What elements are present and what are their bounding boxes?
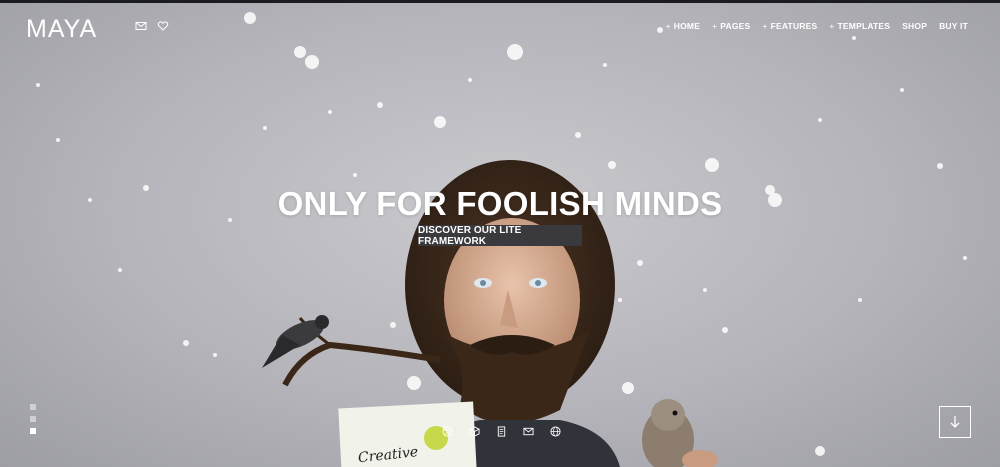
slide-dot[interactable] — [30, 404, 36, 410]
nav-item-label: BUY IT — [939, 21, 968, 31]
squirrel-head — [651, 399, 685, 431]
nav-item-pages[interactable]: + PAGES — [712, 21, 750, 31]
nav-item-label: TEMPLATES — [837, 21, 891, 31]
main-nav: + HOME + PAGES + FEATURES + TEMPLATES SHOP B… — [654, 21, 968, 31]
globe-icon[interactable] — [550, 426, 561, 437]
squirrel-eye — [672, 410, 678, 416]
top-bar — [0, 0, 1000, 3]
bird-head — [315, 315, 329, 329]
mail-icon[interactable] — [135, 20, 147, 32]
slide-dot-active[interactable] — [30, 428, 36, 434]
dribbble-icon[interactable] — [442, 426, 453, 437]
nav-plus: + — [762, 21, 768, 31]
nav-item-label: FEATURES — [770, 21, 818, 31]
right-pupil — [535, 280, 541, 286]
nav-item-label: HOME — [673, 21, 701, 31]
slide-dot[interactable] — [30, 416, 36, 422]
nav-item-templates[interactable]: + TEMPLATES — [829, 21, 890, 31]
heart-icon[interactable] — [157, 20, 169, 32]
discover-framework-button[interactable]: DISCOVER OUR LITE FRAMEWORK — [418, 225, 582, 247]
mail-icon[interactable] — [523, 426, 534, 437]
left-pupil — [480, 280, 486, 286]
nav-item-label: PAGES — [720, 21, 751, 31]
nav-item-home[interactable]: + HOME — [666, 21, 700, 31]
document-icon[interactable] — [496, 426, 507, 437]
nav-item-shop[interactable]: SHOP — [902, 21, 927, 31]
logo[interactable]: MAYA — [26, 15, 97, 44]
nav-plus: + — [712, 21, 718, 31]
social-links — [442, 426, 561, 437]
box-icon[interactable] — [469, 426, 480, 437]
nav-item-features[interactable]: + FEATURES — [762, 21, 817, 31]
nav-plus: + — [829, 21, 835, 31]
nav-item-label: SHOP — [902, 21, 928, 31]
slide-pagination — [30, 404, 36, 440]
hero-title: ONLY FOR FOOLISH MINDS — [277, 185, 723, 222]
arrow-down-icon — [950, 416, 960, 428]
scroll-down-button[interactable] — [939, 406, 971, 438]
nav-plus: + — [665, 21, 671, 31]
nav-item-buy-it[interactable]: BUY IT — [939, 21, 968, 31]
